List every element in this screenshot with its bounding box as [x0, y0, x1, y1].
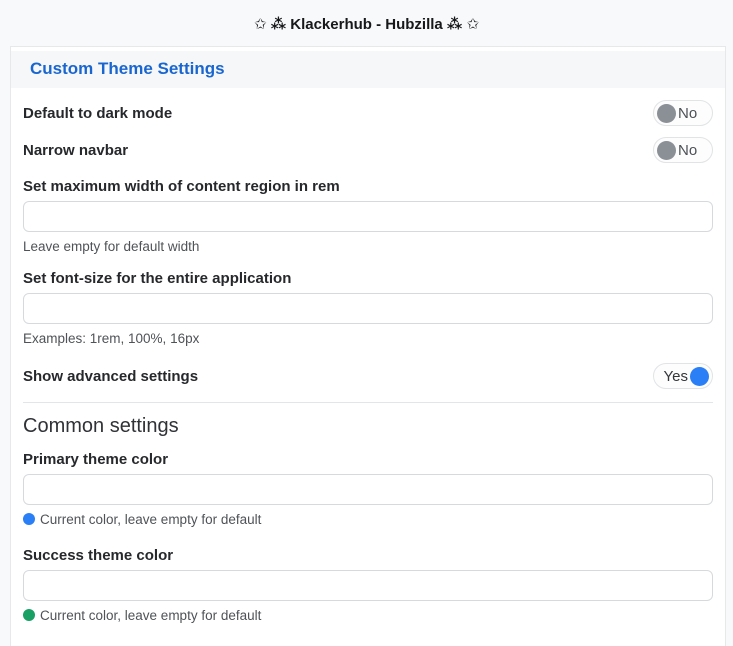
max-width-label: Set maximum width of content region in r… — [23, 178, 713, 195]
settings-panel: Custom Theme Settings Default to dark mo… — [10, 46, 726, 646]
setting-row-advanced: Show advanced settings Yes — [23, 363, 713, 389]
advanced-label: Show advanced settings — [23, 368, 198, 385]
panel-title-link[interactable]: Custom Theme Settings — [30, 59, 225, 78]
font-size-label: Set font-size for the entire application — [23, 270, 713, 287]
setting-group-max-width: Set maximum width of content region in r… — [23, 178, 713, 254]
setting-row-dark-mode: Default to dark mode No — [23, 100, 713, 126]
narrow-navbar-toggle-state: No — [678, 142, 697, 159]
success-color-input[interactable] — [23, 570, 713, 601]
setting-row-narrow-navbar: Narrow navbar No — [23, 137, 713, 163]
advanced-toggle[interactable]: Yes — [653, 363, 713, 389]
max-width-help: Leave empty for default width — [23, 239, 713, 254]
font-size-input[interactable] — [23, 293, 713, 324]
advanced-toggle-state: Yes — [664, 368, 688, 385]
success-color-swatch-icon — [23, 609, 35, 621]
success-color-help: Current color, leave empty for default — [23, 608, 713, 623]
narrow-navbar-toggle[interactable]: No — [653, 137, 713, 163]
setting-group-primary-color: Primary theme color Current color, leave… — [23, 451, 713, 527]
toggle-knob-icon — [657, 141, 676, 160]
dark-mode-toggle[interactable]: No — [653, 100, 713, 126]
primary-color-help-text: Current color, leave empty for default — [40, 512, 261, 527]
primary-color-swatch-icon — [23, 513, 35, 525]
panel-header: Custom Theme Settings — [11, 51, 725, 88]
toggle-knob-icon — [690, 367, 709, 386]
panel-body: Default to dark mode No Narrow navbar No… — [11, 88, 725, 623]
dark-mode-toggle-state: No — [678, 105, 697, 122]
dark-mode-label: Default to dark mode — [23, 105, 172, 122]
success-color-help-text: Current color, leave empty for default — [40, 608, 261, 623]
setting-group-success-color: Success theme color Current color, leave… — [23, 547, 713, 623]
common-settings-heading: Common settings — [23, 415, 713, 438]
primary-color-help: Current color, leave empty for default — [23, 512, 713, 527]
max-width-input[interactable] — [23, 201, 713, 232]
setting-group-font-size: Set font-size for the entire application… — [23, 270, 713, 346]
primary-color-label: Primary theme color — [23, 451, 713, 468]
toggle-knob-icon — [657, 104, 676, 123]
narrow-navbar-label: Narrow navbar — [23, 142, 128, 159]
success-color-label: Success theme color — [23, 547, 713, 564]
section-divider — [23, 402, 713, 403]
primary-color-input[interactable] — [23, 474, 713, 505]
window-title: ✩ ⁂ Klackerhub - Hubzilla ⁂ ✩ — [0, 0, 733, 46]
font-size-help: Examples: 1rem, 100%, 16px — [23, 331, 713, 346]
